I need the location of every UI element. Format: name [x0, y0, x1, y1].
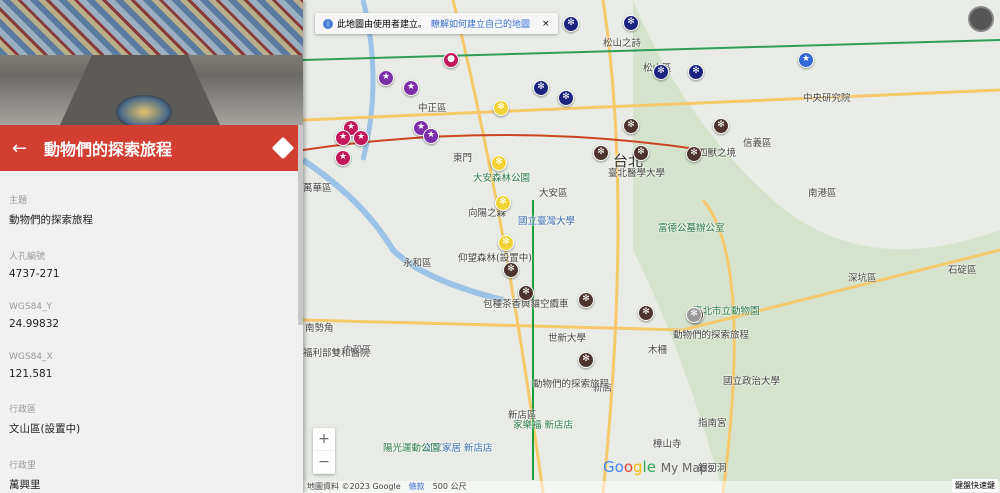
map-label: 中央研究院: [803, 93, 851, 104]
map-label: 大安區: [539, 188, 568, 199]
map-marker-icon[interactable]: ✻: [493, 100, 509, 116]
map-label: 萬華區: [303, 183, 332, 194]
map-footer: 地圖資料 ©2023 Google 條款 500 公尺: [303, 481, 1000, 493]
field-key: 主題: [9, 196, 28, 206]
map-marker-icon[interactable]: ✻: [518, 285, 534, 301]
map-label: 南勢角: [305, 323, 334, 334]
feature-details-panel: ← 動物們的探索旅程 主題 動物們的探索旅程 人孔編號 4737-271 WGS84_Y…: [0, 0, 303, 493]
map-marker-icon[interactable]: ★: [335, 130, 351, 146]
map-marker-icon[interactable]: ✻: [563, 16, 579, 32]
map-label: 四獸之境: [698, 148, 737, 159]
map-marker-icon[interactable]: ★: [353, 130, 369, 146]
map-marker-icon[interactable]: ✻: [713, 118, 729, 134]
map-label: 福利部雙和醫院: [303, 348, 370, 359]
map-marker-icon[interactable]: ✻: [491, 155, 507, 171]
map-label: 家樂福 新店店: [513, 420, 574, 431]
map-label: 深坑區: [848, 273, 877, 284]
map-label: 指南宮: [698, 418, 727, 429]
feature-title: 動物們的探索旅程: [44, 140, 173, 159]
map-label: 動物們的探索旅程: [533, 379, 610, 390]
manhole-photo[interactable]: [0, 0, 303, 125]
map-marker-icon[interactable]: ★: [335, 150, 351, 166]
learn-more-link[interactable]: 瞭解如何建立自己的地圖: [431, 17, 530, 30]
field-key: WGS84_Y: [9, 302, 53, 312]
directions-icon[interactable]: [271, 136, 295, 160]
field-value: 4737-271: [9, 268, 60, 280]
map-label: 世新大學: [548, 333, 587, 344]
field-key: 行政里: [9, 461, 37, 471]
google-my-maps-logo: Google My Maps: [603, 458, 714, 476]
field-1: 人孔編號 4737-271: [9, 249, 294, 280]
map-label: 富德公墓辦公室: [658, 223, 725, 234]
map-marker-icon[interactable]: ●: [443, 52, 459, 68]
back-arrow-icon[interactable]: ←: [12, 138, 42, 159]
attribution: 地圖資料 ©2023 Google: [307, 482, 401, 491]
keyboard-shortcuts-button[interactable]: 鍵盤快速鍵: [952, 479, 998, 492]
field-3: WGS84_X 121.581: [9, 352, 294, 380]
map-marker-icon[interactable]: ✻: [623, 15, 639, 31]
map-marker-icon[interactable]: ★: [423, 128, 439, 144]
field-value: 動物們的探索旅程: [9, 214, 93, 226]
field-key: WGS84_X: [9, 352, 53, 362]
map-marker-icon[interactable]: ✻: [533, 80, 549, 96]
map-marker-icon[interactable]: ✻: [498, 235, 514, 251]
field-5: 行政里 萬興里: [9, 458, 294, 492]
map-label: 石碇區: [948, 265, 977, 276]
zoom-in-button[interactable]: +: [313, 428, 335, 451]
map-marker-icon[interactable]: ✻: [653, 64, 669, 80]
map-marker-icon[interactable]: ★: [403, 80, 419, 96]
map-label: 木柵: [648, 345, 668, 356]
map-label: 國立政治大學: [723, 376, 781, 387]
map-marker-icon[interactable]: ★: [798, 52, 814, 68]
close-notice-button[interactable]: ×: [542, 19, 550, 29]
map-label: 南港區: [808, 188, 837, 199]
field-key: 人孔編號: [9, 252, 46, 262]
scale-bar: 500 公尺: [432, 482, 467, 491]
field-value: 文山區(設置中): [9, 423, 81, 435]
map-marker-icon[interactable]: ✻: [558, 90, 574, 106]
map-label: 樟山寺: [653, 439, 682, 450]
terms-link[interactable]: 條款: [409, 481, 425, 493]
map-marker-icon[interactable]: ✻: [633, 145, 649, 161]
map-label: 陽光運動公園: [383, 443, 441, 454]
map-label: 東門: [453, 153, 473, 164]
map-label: 臺北醫學大學: [608, 168, 666, 179]
map-canvas[interactable]: 台北大安區南港區深坑區石碇區新店區永和區中和區松山區信義區臺北市立動物園動物們的…: [303, 0, 1000, 493]
map-marker-icon[interactable]: ★: [378, 70, 394, 86]
street-view-avatar[interactable]: [968, 6, 994, 32]
map-label: 仰望森林(設置中): [458, 253, 532, 264]
map-marker-icon[interactable]: ✻: [686, 146, 702, 162]
map-marker-icon[interactable]: ✻: [593, 145, 609, 161]
field-key: 行政區: [9, 405, 37, 415]
info-icon: i: [323, 18, 333, 29]
map-label: 動物們的探索旅程: [673, 330, 750, 341]
map-label: 信義區: [743, 138, 772, 149]
field-4: 行政區文山區(設置中): [9, 402, 294, 436]
map-marker-icon[interactable]: ✻: [503, 262, 519, 278]
field-0: 主題動物們的探索旅程: [9, 193, 294, 227]
notice-text: 此地圖由使用者建立。: [337, 20, 428, 30]
map-marker-icon[interactable]: ✻: [578, 292, 594, 308]
zoom-control: + −: [313, 428, 335, 474]
field-value: 萬興里: [9, 479, 41, 491]
map-label: 大安森林公園: [473, 173, 531, 184]
field-value: 24.99832: [9, 318, 60, 330]
map-marker-icon[interactable]: ✻: [578, 352, 594, 368]
map-marker-icon[interactable]: ✻: [688, 64, 704, 80]
user-map-notice: i 此地圖由使用者建立。 瞭解如何建立自己的地圖 ×: [315, 13, 558, 34]
field-2: WGS84_Y 24.99832: [9, 302, 294, 330]
map-marker-icon[interactable]: ✻: [638, 305, 654, 321]
map-marker-icon[interactable]: ✻: [495, 195, 511, 211]
scrollbar[interactable]: [298, 125, 303, 325]
map-marker-icon[interactable]: ✻: [623, 118, 639, 134]
map-label: 中正區: [418, 103, 447, 114]
map-marker-icon[interactable]: ✻: [686, 307, 702, 323]
panel-header: ← 動物們的探索旅程: [0, 125, 303, 171]
map-label: 永和區: [403, 258, 432, 269]
zoom-out-button[interactable]: −: [313, 451, 335, 474]
map-label: 松山之詩: [603, 38, 642, 49]
map-label: 國立臺灣大學: [518, 216, 576, 227]
field-value: 121.581: [9, 368, 53, 380]
